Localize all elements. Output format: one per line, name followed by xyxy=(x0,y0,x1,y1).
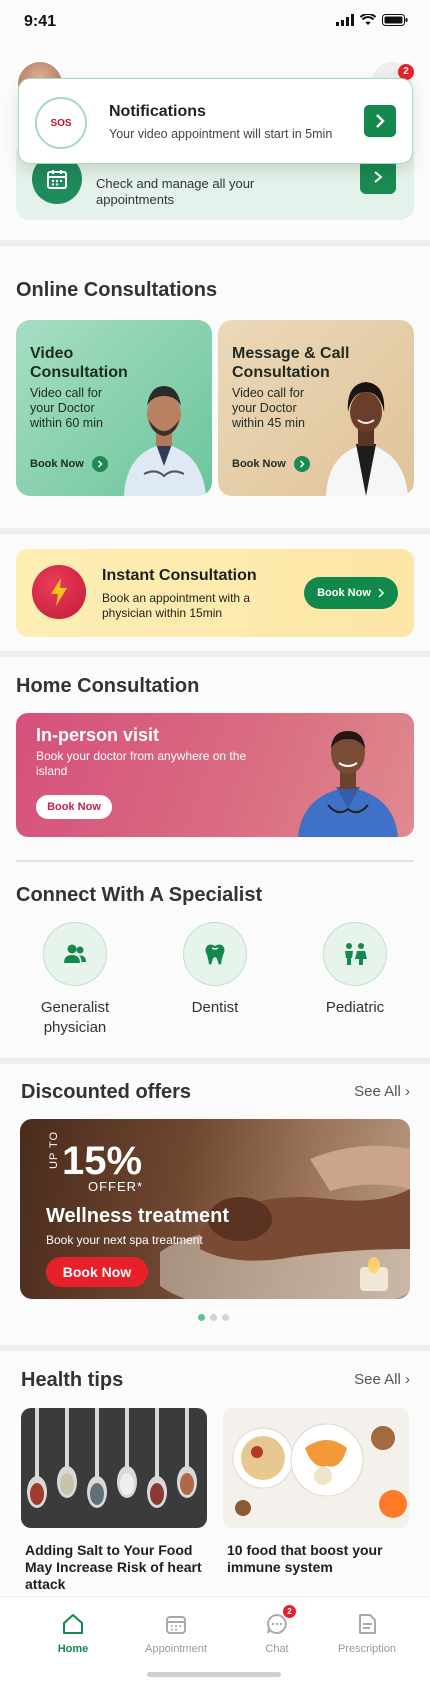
instant-consultation-card[interactable]: Instant Consultation Book an appointment… xyxy=(16,549,414,637)
offer-subtitle: Book your next spa treatment xyxy=(46,1233,203,1247)
specialist-dentist[interactable]: Dentist xyxy=(150,922,280,1018)
chevron-right-icon xyxy=(378,588,384,598)
chevron-right-icon xyxy=(374,171,383,183)
specialist-label: Dentist xyxy=(191,999,239,1016)
chevron-right-icon: › xyxy=(405,1371,410,1388)
banner-title: In-person visit xyxy=(36,725,160,745)
nav-label: Chat xyxy=(265,1643,289,1655)
sos-logo: SOS xyxy=(35,97,87,149)
notification-open-button[interactable] xyxy=(364,105,396,137)
offer-title: Wellness treatment xyxy=(46,1205,230,1227)
appointments-go-button[interactable] xyxy=(360,160,396,194)
status-icons xyxy=(336,14,408,26)
status-time: 9:41 xyxy=(24,13,57,30)
video-consultation-card[interactable]: Video Consultation Video call for your D… xyxy=(16,320,212,496)
offer-percent: 15% xyxy=(62,1139,143,1183)
offers-see-all-link[interactable]: See All › xyxy=(354,1083,410,1100)
notification-toast[interactable]: SOS Notifications Your video appointment… xyxy=(18,78,413,164)
tips-see-all-link[interactable]: See All › xyxy=(354,1371,410,1388)
signal-icon xyxy=(336,14,354,26)
users-icon xyxy=(43,922,107,986)
see-all-label: See All xyxy=(354,1371,401,1388)
offers-title: Discounted offers xyxy=(21,1081,192,1103)
section-divider xyxy=(0,651,430,657)
doctor-photo xyxy=(298,731,398,837)
notification-message: Your video appointment will start in 5mi… xyxy=(109,127,333,141)
prescription-icon xyxy=(354,1611,380,1637)
carousel-dot[interactable] xyxy=(210,1314,217,1321)
carousel-dot[interactable] xyxy=(198,1314,205,1321)
children-icon xyxy=(323,922,387,986)
specialist-title: Connect With A Specialist xyxy=(16,884,263,906)
home-book-now-button[interactable]: Book Now xyxy=(36,795,112,819)
logo-text: SOS xyxy=(50,117,72,129)
offer-upto: UP TO xyxy=(48,1130,60,1169)
book-now-link[interactable]: Book Now xyxy=(30,456,108,472)
section-divider xyxy=(0,528,430,534)
battery-icon xyxy=(382,14,408,26)
instant-subtitle: Book an appointment with a physician wit… xyxy=(102,591,251,620)
in-person-visit-banner[interactable]: In-person visit Book your doctor from an… xyxy=(16,713,414,837)
nav-home[interactable]: Home xyxy=(23,1611,123,1655)
instant-title: Instant Consultation xyxy=(102,567,257,584)
banner-subtitle: Book your doctor from anywhere on the is… xyxy=(36,749,247,778)
tip-title: Adding Salt to Your Food May Increase Ri… xyxy=(25,1542,202,1592)
card-subtitle: Video call for your Doctor within 45 min xyxy=(232,386,305,430)
section-divider xyxy=(0,1345,430,1351)
health-tip-card[interactable]: Adding Salt to Your Food May Increase Ri… xyxy=(21,1408,207,1593)
offer-banner[interactable]: UP TO 15% OFFER* Wellness treatment Book… xyxy=(20,1119,410,1299)
notification-title: Notifications xyxy=(109,103,206,120)
home-screen: 9:41 2 Check and manage all your appoint… xyxy=(0,0,430,1686)
nav-label: Home xyxy=(57,1643,89,1655)
section-divider xyxy=(16,860,414,862)
button-label: Book Now xyxy=(317,587,371,599)
home-consultation-title: Home Consultation xyxy=(16,675,200,697)
home-indicator xyxy=(147,1672,281,1677)
tooth-icon xyxy=(183,922,247,986)
salt-spoons-photo xyxy=(21,1408,207,1528)
status-bar: 9:41 xyxy=(0,0,430,44)
specialist-generalist[interactable]: Generalist physician xyxy=(10,922,140,1038)
book-now-label: Book Now xyxy=(30,458,84,470)
home-icon xyxy=(60,1611,86,1637)
instant-book-now-button[interactable]: Book Now xyxy=(304,577,398,609)
calendar-icon xyxy=(163,1611,189,1637)
nav-appointment[interactable]: Appointment xyxy=(126,1611,226,1655)
specialist-pediatric[interactable]: Pediatric xyxy=(290,922,420,1018)
nav-prescription[interactable]: Prescription xyxy=(317,1611,417,1655)
carousel-dots xyxy=(198,1314,229,1321)
offer-book-now-button[interactable]: Book Now xyxy=(46,1257,148,1287)
chat-badge: 2 xyxy=(283,1605,296,1618)
section-divider xyxy=(0,1058,430,1064)
appointments-subtitle: Check and manage all your appointments xyxy=(96,176,255,207)
message-call-consultation-card[interactable]: Message & Call Consultation Video call f… xyxy=(218,320,414,496)
lightning-icon xyxy=(32,565,86,619)
nav-chat[interactable]: 2 Chat xyxy=(227,1605,327,1655)
chevron-right-icon xyxy=(376,114,385,128)
book-now-label: Book Now xyxy=(232,458,286,470)
see-all-label: See All xyxy=(354,1083,401,1100)
card-subtitle: Video call for your Doctor within 60 min xyxy=(30,386,103,430)
specialist-label: Pediatric xyxy=(325,999,385,1016)
healthy-food-photo xyxy=(223,1408,409,1528)
carousel-dot[interactable] xyxy=(222,1314,229,1321)
health-tip-card[interactable]: 10 food that boost your immune system xyxy=(223,1408,409,1576)
online-consultations-title: Online Consultations xyxy=(16,279,218,301)
section-divider xyxy=(0,240,430,246)
chevron-right-icon: › xyxy=(405,1083,410,1100)
chevron-right-icon xyxy=(91,456,108,472)
doctor-photo xyxy=(124,386,206,496)
chevron-right-icon xyxy=(293,456,310,472)
wifi-icon xyxy=(360,14,376,25)
nav-label: Prescription xyxy=(337,1643,397,1655)
nav-label: Appointment xyxy=(145,1643,207,1655)
health-tips-title: Health tips xyxy=(21,1369,124,1391)
book-now-link[interactable]: Book Now xyxy=(232,456,310,472)
tip-title: 10 food that boost your immune system xyxy=(227,1542,383,1575)
chat-icon: 2 xyxy=(264,1605,296,1637)
specialist-label: Generalist physician xyxy=(40,999,110,1036)
doctor-photo xyxy=(326,382,408,496)
offer-label: OFFER* xyxy=(88,1179,144,1194)
